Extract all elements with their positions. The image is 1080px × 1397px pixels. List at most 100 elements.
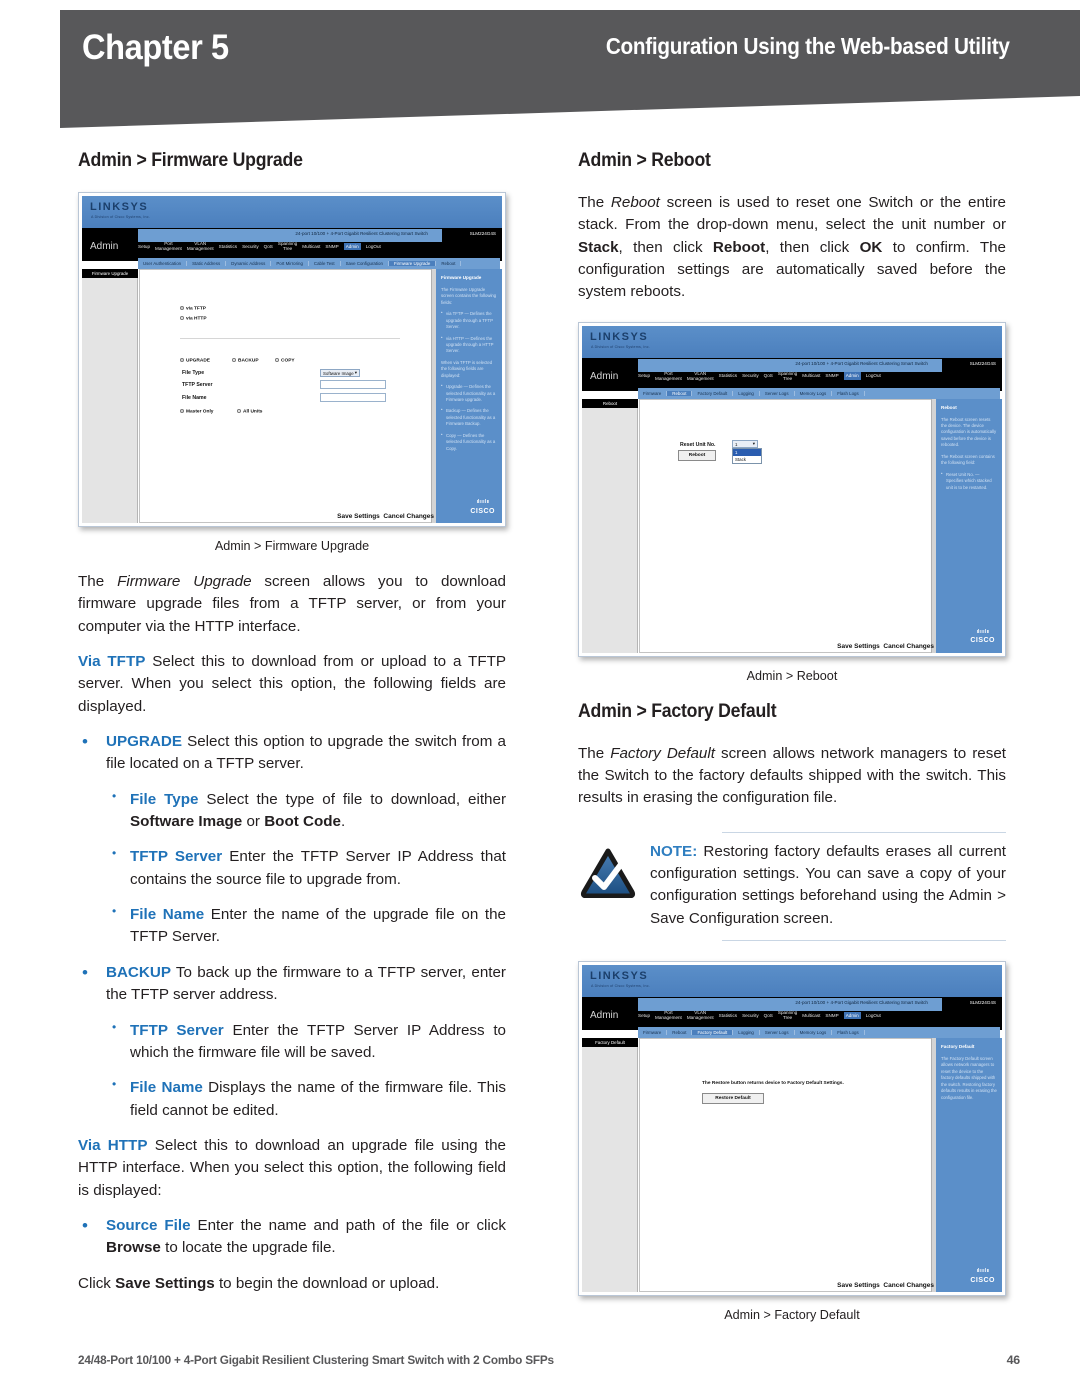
- nav-tab[interactable]: Security: [742, 1013, 759, 1018]
- nav-tab[interactable]: Spanning Tree: [278, 241, 297, 252]
- nav-tab-logout[interactable]: LogOut: [866, 373, 881, 378]
- sub-nav-item[interactable]: Port Mirroring: [271, 261, 309, 266]
- select-file-type[interactable]: Software Image: [320, 369, 360, 377]
- nav-tab[interactable]: Port Management: [655, 371, 682, 382]
- sub-nav-item[interactable]: Flash Logs: [832, 1030, 865, 1036]
- tree-item-factory-default[interactable]: Factory Default: [582, 1038, 638, 1048]
- nav-tab[interactable]: Port Management: [655, 1010, 682, 1021]
- radio-backup-icon[interactable]: [232, 358, 236, 362]
- nav-tab[interactable]: Multicast: [802, 1013, 820, 1018]
- nav-tab-admin[interactable]: Admin: [843, 1011, 861, 1020]
- radio-copy-icon[interactable]: [275, 358, 279, 362]
- nav-tab[interactable]: Statistics: [219, 244, 237, 249]
- nav-tab[interactable]: VLAN Management: [687, 1010, 714, 1021]
- cancel-changes-button[interactable]: Cancel Changes: [883, 643, 934, 650]
- input-tftp-server[interactable]: [320, 380, 386, 389]
- nav-tab[interactable]: Port Management: [155, 241, 182, 252]
- nav-tab[interactable]: Multicast: [802, 373, 820, 378]
- cisco-bars-icon: ıl ı ı ı l ıı: [976, 1268, 989, 1275]
- nav-tab-logout[interactable]: LogOut: [866, 1013, 881, 1018]
- reboot-button[interactable]: Reboot: [678, 449, 716, 461]
- nav-tab-admin[interactable]: Admin: [843, 372, 861, 380]
- nav-tab[interactable]: QoS: [264, 244, 273, 249]
- radio-via-http-icon[interactable]: [180, 316, 184, 320]
- sub-nav-item[interactable]: Firmware: [638, 390, 668, 396]
- sub-nav-item[interactable]: Logging: [733, 390, 760, 396]
- radio-all-units-icon[interactable]: [237, 409, 241, 413]
- help-item: Upgrade — Defines the selected functiona…: [441, 383, 497, 403]
- save-settings-button[interactable]: Save Settings: [337, 513, 380, 520]
- tree-item-firmware-upgrade[interactable]: Firmware Upgrade: [82, 269, 138, 278]
- nav-tab-admin[interactable]: Admin: [343, 242, 361, 250]
- dropdown-option[interactable]: Stack: [733, 456, 761, 463]
- restore-default-button[interactable]: Restore Default: [702, 1093, 764, 1105]
- nav-tab[interactable]: Setup: [638, 1013, 650, 1018]
- save-settings-button[interactable]: Save Settings: [837, 1282, 880, 1289]
- nav-tab[interactable]: Security: [242, 244, 259, 249]
- nav-tab[interactable]: Statistics: [719, 1013, 737, 1018]
- radio-backup-row[interactable]: BACKUP: [232, 358, 259, 363]
- radio-upgrade-row[interactable]: UPGRADE: [180, 358, 210, 363]
- paragraph-via-tftp: Via TFTP Select this to download from or…: [78, 653, 507, 715]
- dropdown-option[interactable]: 1: [733, 448, 761, 456]
- screenshot-footer-buttons: Save Settings Cancel Changes: [837, 1282, 934, 1289]
- note-bottom-rule: [722, 940, 1006, 942]
- nav-tab-logout[interactable]: LogOut: [366, 244, 381, 249]
- sub-nav-item[interactable]: Firmware: [638, 1030, 668, 1036]
- figure-caption-factory-default: Admin > Factory Default: [724, 1308, 860, 1323]
- radio-via-http-row[interactable]: via HTTP: [180, 316, 207, 321]
- sub-nav-item[interactable]: Reboot: [667, 1030, 693, 1036]
- sub-nav-item[interactable]: Cable Test: [309, 261, 341, 266]
- nav-tab[interactable]: QoS: [764, 1013, 773, 1018]
- radio-master-only-row[interactable]: Master Only: [180, 409, 213, 414]
- sub-nav-item-active[interactable]: Reboot: [667, 390, 693, 396]
- nav-tab[interactable]: Statistics: [719, 373, 737, 378]
- nav-tab[interactable]: QoS: [764, 373, 773, 378]
- nav-tab[interactable]: Spanning Tree: [778, 1010, 797, 1021]
- radio-upgrade-icon[interactable]: [180, 358, 184, 362]
- sub-nav-item[interactable]: Memory Logs: [795, 1030, 833, 1036]
- sub-nav-item[interactable]: Flash Logs: [832, 390, 865, 396]
- save-settings-button[interactable]: Save Settings: [837, 643, 880, 650]
- main-nav-tabs: Setup Port Management VLAN Management St…: [638, 1010, 1000, 1021]
- nav-tab[interactable]: VLAN Management: [687, 371, 714, 382]
- dropdown-unit-options[interactable]: 1 Stack: [732, 447, 762, 464]
- nav-tab[interactable]: Spanning Tree: [778, 371, 797, 382]
- model-description: 24-port 10/100 + 4-Port Gigabit Resilien…: [295, 231, 428, 236]
- radio-via-tftp-icon[interactable]: [180, 306, 184, 310]
- linksys-logo: LINKSYS: [590, 330, 649, 343]
- radio-copy-row[interactable]: COPY: [275, 358, 295, 363]
- sub-nav-item[interactable]: User Authentication: [138, 261, 188, 266]
- sub-nav-item[interactable]: Static Address: [187, 261, 227, 266]
- nav-tab[interactable]: SNMP: [825, 1013, 838, 1018]
- nav-tab[interactable]: Multicast: [302, 244, 320, 249]
- nav-tab[interactable]: Setup: [138, 244, 150, 249]
- sub-nav-item[interactable]: Factory Default: [692, 390, 734, 396]
- cisco-logo: ıl ı ı ı l ıı CISCO: [470, 499, 495, 517]
- sub-nav-item[interactable]: Save Configuration: [341, 261, 389, 266]
- nav-tab[interactable]: SNMP: [825, 373, 838, 378]
- linksys-logo-subtitle: A Division of Cisco Systems, Inc.: [591, 344, 650, 349]
- radio-master-only-icon[interactable]: [180, 409, 184, 413]
- sub-nav-item-active[interactable]: Factory Default: [692, 1030, 734, 1036]
- sub-nav-item[interactable]: Memory Logs: [795, 390, 833, 396]
- sub-nav-item[interactable]: Reboot: [436, 261, 462, 266]
- radio-via-tftp-row[interactable]: via TFTP: [180, 306, 206, 311]
- input-file-name[interactable]: [320, 393, 386, 402]
- nav-tab[interactable]: VLAN Management: [187, 241, 214, 252]
- select-reset-unit-no[interactable]: 1: [732, 439, 758, 448]
- cancel-changes-button[interactable]: Cancel Changes: [883, 1282, 934, 1289]
- nav-tab[interactable]: Setup: [638, 373, 650, 378]
- sub-nav-item-active[interactable]: Firmware Upgrade: [388, 261, 437, 266]
- nav-tab[interactable]: Security: [742, 373, 759, 378]
- nav-tab[interactable]: SNMP: [325, 244, 338, 249]
- figure-factory-default: LINKSYS A Division of Cisco Systems, Inc…: [578, 961, 1006, 1322]
- sub-nav-item[interactable]: Logging: [733, 1030, 760, 1036]
- sub-nav-item[interactable]: Dynamic Address: [226, 261, 272, 266]
- list-item-file-type: File Type Select the type of file to dow…: [106, 787, 506, 834]
- tree-item-reboot[interactable]: Reboot: [582, 398, 638, 408]
- radio-all-units-row[interactable]: All Units: [237, 409, 262, 414]
- cancel-changes-button[interactable]: Cancel Changes: [383, 513, 434, 520]
- sub-nav-item[interactable]: Server Logs: [760, 390, 795, 396]
- sub-nav-item[interactable]: Server Logs: [760, 1030, 795, 1036]
